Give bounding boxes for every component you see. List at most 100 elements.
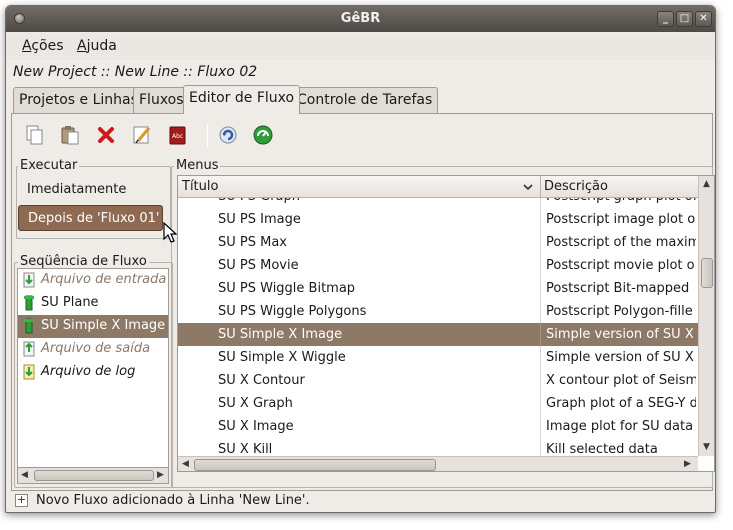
menu-row-description: Graph plot of a SEG-Y d xyxy=(546,396,696,411)
menus-label: Menus xyxy=(174,158,221,173)
menu-row[interactable]: SU PS Wiggle Bitmap Postscript Bit-mapped xyxy=(178,277,698,300)
flow-list-hscrollbar[interactable]: ◀ ▶ xyxy=(17,468,169,484)
expand-status-icon[interactable]: + xyxy=(15,494,28,507)
flow-list-hscroll-thumb[interactable] xyxy=(34,470,154,481)
tab-controle-de-tarefas[interactable]: Controle de Tarefas xyxy=(291,87,439,113)
flow-item-selected[interactable]: SU Simple X Image xyxy=(18,315,168,338)
menu-row-description: X contour plot of Seism xyxy=(546,373,696,388)
column-divider xyxy=(540,277,541,300)
menu-row-description: Postscript Bit-mapped xyxy=(546,281,690,296)
flow-item[interactable]: Arquivo de log xyxy=(18,361,168,384)
input-file-icon xyxy=(23,272,35,288)
column-divider xyxy=(540,254,541,277)
menu-row-title: SU PS Max xyxy=(218,235,287,250)
log-file-icon xyxy=(23,364,35,380)
menu-row[interactable]: SU PS Movie Postscript movie plot o xyxy=(178,254,698,277)
program-icon xyxy=(24,295,34,311)
menu-row[interactable]: SU X Graph Graph plot of a SEG-Y d xyxy=(178,392,698,415)
menu-bar: Ações Ajuda xyxy=(6,33,715,60)
menus-vscrollbar[interactable]: ▲ ▼ xyxy=(698,176,714,456)
program-icon xyxy=(24,318,34,334)
menu-ajuda[interactable]: Ajuda xyxy=(77,38,117,54)
column-divider xyxy=(540,323,541,346)
menu-row-description: Image plot for SU data xyxy=(546,419,694,434)
flow-item[interactable]: Arquivo de entrada xyxy=(18,269,168,292)
scroll-right-icon[interactable]: ▶ xyxy=(157,470,164,480)
main-window: GêBR _ □ ✕ Ações Ajuda New Project :: Ne… xyxy=(5,5,716,513)
help-book-icon[interactable]: Abc xyxy=(165,123,189,147)
column-titulo[interactable]: Título xyxy=(182,179,218,194)
output-file-icon xyxy=(23,341,35,357)
minimize-icon[interactable]: _ xyxy=(657,11,674,27)
column-divider xyxy=(540,231,541,254)
menus-tree: Título Descrição SU PS GraphPostscript g… xyxy=(177,175,715,472)
tab-fluxos[interactable]: Fluxos xyxy=(133,87,190,113)
scroll-left-icon[interactable]: ◀ xyxy=(182,459,189,469)
menu-row-title: SU Simple X Wiggle xyxy=(218,350,346,365)
window-title: GêBR xyxy=(340,11,381,26)
maximize-icon[interactable]: □ xyxy=(676,11,693,27)
close-window-icon[interactable]: ✕ xyxy=(695,11,712,27)
executar-label: Executar xyxy=(18,158,80,173)
menu-row-description: Postscript movie plot o xyxy=(546,258,695,273)
menus-hscroll-thumb[interactable] xyxy=(194,459,436,471)
chevron-down-icon[interactable] xyxy=(522,182,534,192)
menu-row[interactable]: SU PS Wiggle Polygons Postscript Polygon-… xyxy=(178,300,698,323)
column-divider xyxy=(540,208,541,231)
menu-row-title: SU PS Movie xyxy=(218,258,299,273)
scroll-down-icon[interactable]: ▼ xyxy=(703,442,710,452)
menu-row-description: Simple version of SU X xyxy=(546,327,694,342)
menu-row[interactable]: SU X Image Image plot for SU data xyxy=(178,415,698,438)
scroll-up-icon[interactable]: ▲ xyxy=(703,179,710,189)
tab-editor-de-fluxo[interactable]: Editor de Fluxo xyxy=(183,85,301,114)
flow-item[interactable]: Arquivo de saída xyxy=(18,338,168,361)
menu-row-title: SU PS Wiggle Polygons xyxy=(218,304,367,319)
menus-vscroll-thumb[interactable] xyxy=(701,258,713,288)
scroll-left-icon[interactable]: ◀ xyxy=(21,470,28,480)
menu-row-title: SU Simple X Image xyxy=(218,327,343,342)
menu-row-title: SU X Kill xyxy=(218,442,273,457)
exec-option-imediatamente[interactable]: Imediatamente xyxy=(18,177,163,203)
refresh-icon[interactable] xyxy=(216,123,240,147)
menu-row-title: SU X Graph xyxy=(218,396,293,411)
exec-option-depois[interactable]: Depois de 'Fluxo 01' xyxy=(18,205,163,231)
status-text: Novo Fluxo adicionado à Linha 'New Line'… xyxy=(36,493,310,508)
breadcrumb: New Project :: New Line :: Fluxo 02 xyxy=(13,64,258,80)
menu-row-selected[interactable]: SU Simple X Image Simple version of SU X xyxy=(178,323,698,346)
mouse-cursor-icon xyxy=(163,222,177,243)
flow-item[interactable]: SU Plane xyxy=(18,292,168,315)
menu-row-description: Simple version of SU X xyxy=(546,350,694,365)
menu-row[interactable]: SU PS Max Postscript of the maxim xyxy=(178,231,698,254)
menu-acoes[interactable]: Ações xyxy=(22,38,64,54)
title-bar[interactable]: GêBR _ □ ✕ xyxy=(6,6,715,32)
menu-row-title: SU X Image xyxy=(218,419,294,434)
flow-sequence-list: Arquivo de entrada SU Plane SU Simple X … xyxy=(17,268,169,468)
sequencia-label: Seqüência de Fluxo xyxy=(18,254,149,269)
column-divider xyxy=(540,369,541,392)
menu-row[interactable]: SU X Contour X contour plot of Seism xyxy=(178,369,698,392)
column-descricao[interactable]: Descrição xyxy=(544,179,608,194)
menu-row-description: Postscript of the maxim xyxy=(546,235,696,250)
delete-icon[interactable] xyxy=(94,123,118,147)
run-icon[interactable] xyxy=(251,123,275,147)
menu-row-description: Kill selected data xyxy=(546,442,658,457)
svg-text:Abc: Abc xyxy=(172,133,183,140)
menu-row-title: SU X Contour xyxy=(218,373,305,388)
paste-icon[interactable] xyxy=(58,123,82,147)
copy-icon[interactable] xyxy=(23,123,47,147)
menu-row-description: Postscript Polygon-fille xyxy=(546,304,693,319)
edit-icon[interactable] xyxy=(130,123,154,147)
menu-row[interactable]: SU PS Image Postscript image plot o xyxy=(178,208,698,231)
tree-header: Título Descrição xyxy=(178,176,698,198)
menu-row-description: Postscript image plot o xyxy=(546,212,696,227)
column-divider xyxy=(540,346,541,369)
column-divider xyxy=(540,300,541,323)
column-divider xyxy=(540,415,541,438)
scroll-right-icon[interactable]: ▶ xyxy=(684,459,691,469)
menu-row-title: SU PS Image xyxy=(218,212,301,227)
column-divider xyxy=(540,392,541,415)
menu-row-title: SU PS Wiggle Bitmap xyxy=(218,281,356,296)
menu-row[interactable]: SU Simple X Wiggle Simple version of SU X xyxy=(178,346,698,369)
menus-hscrollbar[interactable]: ◀ ▶ xyxy=(178,456,698,471)
tab-projetos-e-linhas[interactable]: Projetos e Linhas xyxy=(13,87,144,113)
